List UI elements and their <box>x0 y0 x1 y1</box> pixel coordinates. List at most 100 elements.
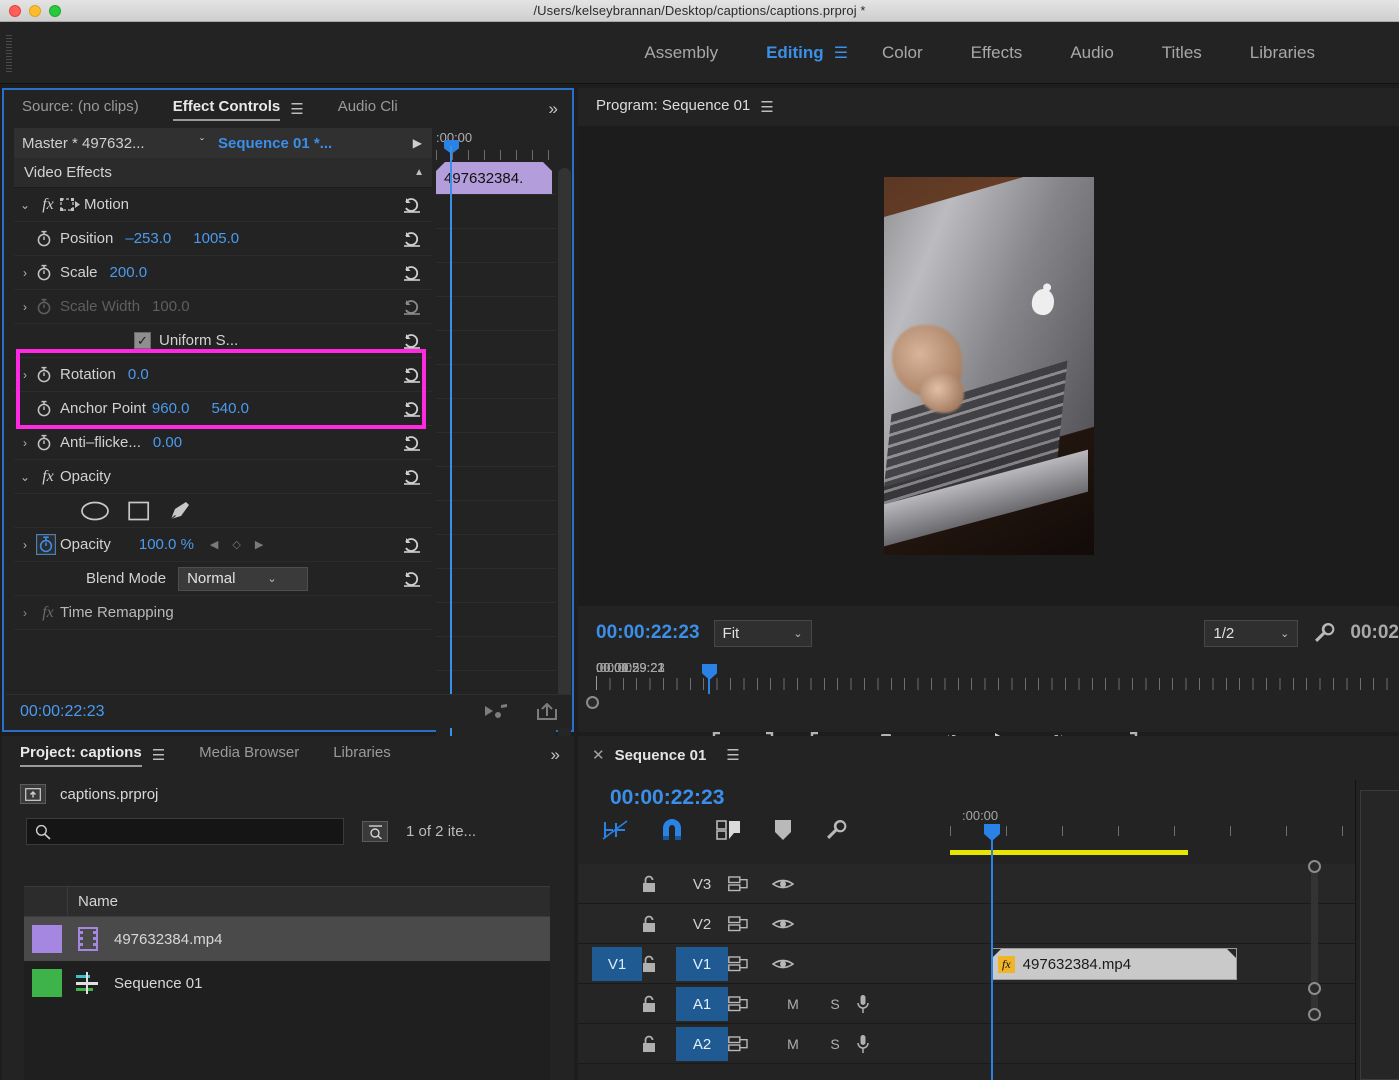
timeline-menu-icon[interactable]: ☰ <box>726 746 739 764</box>
scroll-handle-top[interactable] <box>1308 860 1321 873</box>
tab-libraries[interactable]: Libraries <box>333 744 391 767</box>
twirl-right-icon[interactable]: › <box>14 436 36 450</box>
effect-controls-vertical-scrollbar[interactable] <box>558 168 571 743</box>
property-value-scale-width[interactable]: 100.0 <box>152 298 190 315</box>
mini-timeline-playhead[interactable] <box>450 146 452 746</box>
reset-arrow-icon[interactable] <box>402 468 422 486</box>
track-body-v2[interactable] <box>950 904 1399 944</box>
timeline-time-ruler[interactable]: :00:00 <box>950 808 1380 836</box>
twirl-right-icon[interactable]: › <box>14 266 36 280</box>
tab-project[interactable]: Project: captions <box>20 744 142 767</box>
reset-arrow-icon[interactable] <box>402 230 422 248</box>
reset-arrow-icon[interactable] <box>402 298 422 316</box>
lock-icon[interactable] <box>642 875 676 893</box>
stopwatch-icon-position[interactable] <box>36 230 60 247</box>
scroll-handle-bottom[interactable] <box>1308 1008 1321 1021</box>
lock-icon[interactable] <box>642 995 676 1013</box>
reset-arrow-icon[interactable] <box>402 400 422 418</box>
property-row-position[interactable]: Position –253.0 1005.0 <box>14 222 432 256</box>
reset-arrow-icon[interactable] <box>402 332 422 350</box>
add-marker-icon[interactable] <box>774 819 792 841</box>
stopwatch-icon-opacity-active[interactable] <box>36 534 60 555</box>
twirl-right-icon[interactable]: › <box>14 538 36 552</box>
program-playhead[interactable] <box>708 666 710 694</box>
master-clip-label[interactable]: Master * 497632... <box>14 135 200 152</box>
reset-arrow-icon[interactable] <box>402 366 422 384</box>
snap-magnet-icon[interactable] <box>660 818 684 842</box>
twirl-down-icon[interactable]: ⌄ <box>14 470 36 484</box>
sync-lock-icon[interactable] <box>728 876 772 892</box>
sync-lock-icon[interactable] <box>728 996 772 1012</box>
previous-keyframe-icon[interactable]: ◀ <box>210 538 218 551</box>
timeline-playhead[interactable] <box>991 826 993 1080</box>
stopwatch-icon-scale-width[interactable] <box>36 298 60 315</box>
effect-group-time-remapping[interactable]: › fx Time Remapping <box>14 596 432 630</box>
source-indicator-v3[interactable] <box>592 867 642 901</box>
program-playhead-timecode[interactable]: 00:00:22:23 <box>596 622 700 644</box>
video-effects-section-header[interactable]: Video Effects ▲ <box>14 158 432 188</box>
scroll-handle-mid[interactable] <box>1308 982 1321 995</box>
timeline-playhead-timecode[interactable]: 00:00:22:23 <box>610 786 724 810</box>
stopwatch-icon-scale[interactable] <box>36 264 60 281</box>
source-indicator-v2[interactable] <box>592 907 642 941</box>
track-body-v1[interactable]: fx 497632384.mp4 <box>950 944 1399 984</box>
close-icon[interactable]: ✕ <box>592 746 605 764</box>
scrollbar-thumb[interactable] <box>558 168 571 728</box>
property-value-position-x[interactable]: –253.0 <box>125 230 171 247</box>
twirl-down-icon[interactable]: ⌄ <box>14 198 36 212</box>
zoom-handle-left[interactable] <box>586 696 599 709</box>
property-value-rotation[interactable]: 0.0 <box>128 366 149 383</box>
lock-icon[interactable] <box>642 915 676 933</box>
fx-badge-icon[interactable]: fx <box>998 955 1015 973</box>
mute-track-button[interactable]: M <box>772 996 814 1012</box>
collapse-caret-icon[interactable]: ▲ <box>414 167 432 178</box>
rectangle-mask-icon[interactable] <box>128 501 150 521</box>
zoom-level-select[interactable]: Fit ⌄ <box>713 619 812 647</box>
track-name-a2[interactable]: A2 <box>676 1027 728 1061</box>
property-row-opacity[interactable]: › Opacity 100.0 % ◀ ◇ ▶ <box>14 528 432 562</box>
sequence-clip-label[interactable]: Sequence 01 *... <box>204 135 413 152</box>
track-name-v3[interactable]: V3 <box>676 867 728 901</box>
insert-overwrite-icon[interactable] <box>602 818 628 842</box>
timeline-sequence-name[interactable]: Sequence 01 <box>615 747 707 764</box>
workspace-tab-audio[interactable]: Audio <box>1046 43 1137 63</box>
sync-lock-icon[interactable] <box>728 956 772 972</box>
lock-icon[interactable] <box>642 955 676 973</box>
stopwatch-icon-rotation[interactable] <box>36 366 60 383</box>
linked-selection-icon[interactable] <box>716 819 742 841</box>
mini-timeline-clip-bar[interactable]: 497632384. <box>436 162 552 194</box>
property-row-blend-mode[interactable]: Blend Mode Normal ⌄ <box>14 562 432 596</box>
workspace-tab-titles[interactable]: Titles <box>1138 43 1226 63</box>
program-monitor-video-view[interactable] <box>578 126 1399 606</box>
mic-icon[interactable] <box>856 1034 898 1054</box>
timeline-work-area-bar[interactable] <box>950 850 1188 855</box>
effect-controls-mini-timeline[interactable]: :00:00 497632384. <box>436 128 556 750</box>
property-value-anchor-y[interactable]: 540.0 <box>211 400 249 417</box>
wrench-icon[interactable] <box>1312 621 1336 645</box>
eye-icon[interactable] <box>772 917 816 931</box>
property-row-anti-flicker[interactable]: › Anti–flicke... 0.00 <box>14 426 432 460</box>
sync-lock-icon[interactable] <box>728 1036 772 1052</box>
project-root-row[interactable]: captions.prproj <box>2 774 574 804</box>
property-value-position-y[interactable]: 1005.0 <box>193 230 239 247</box>
project-panel-overflow-icon[interactable]: » <box>551 745 560 765</box>
effect-group-motion[interactable]: ⌄ fx Motion <box>14 188 432 222</box>
property-row-scale-width[interactable]: › Scale Width 100.0 <box>14 290 432 324</box>
reset-arrow-icon[interactable] <box>402 570 422 588</box>
project-list-item[interactable]: Sequence 01 <box>24 961 550 1005</box>
play-audio-icon[interactable] <box>484 703 510 721</box>
tab-program-monitor[interactable]: Program: Sequence 01 <box>596 97 750 118</box>
effect-controls-menu-icon[interactable]: ☰ <box>290 100 303 118</box>
effect-controls-overflow-icon[interactable]: » <box>549 99 558 119</box>
track-name-v2[interactable]: V2 <box>676 907 728 941</box>
workspace-tab-color[interactable]: Color <box>858 43 947 63</box>
effect-controls-timecode[interactable]: 00:00:22:23 <box>20 703 105 721</box>
ellipse-mask-icon[interactable] <box>80 501 110 521</box>
program-zoom-scrollbar[interactable] <box>586 696 1391 710</box>
workspace-tab-assembly[interactable]: Assembly <box>620 43 742 63</box>
reset-arrow-icon[interactable] <box>402 264 422 282</box>
track-body-a2[interactable] <box>950 1024 1399 1064</box>
project-search-input[interactable] <box>59 823 339 840</box>
program-monitor-menu-icon[interactable]: ☰ <box>760 98 773 116</box>
stopwatch-icon-anti-flicker[interactable] <box>36 434 60 451</box>
